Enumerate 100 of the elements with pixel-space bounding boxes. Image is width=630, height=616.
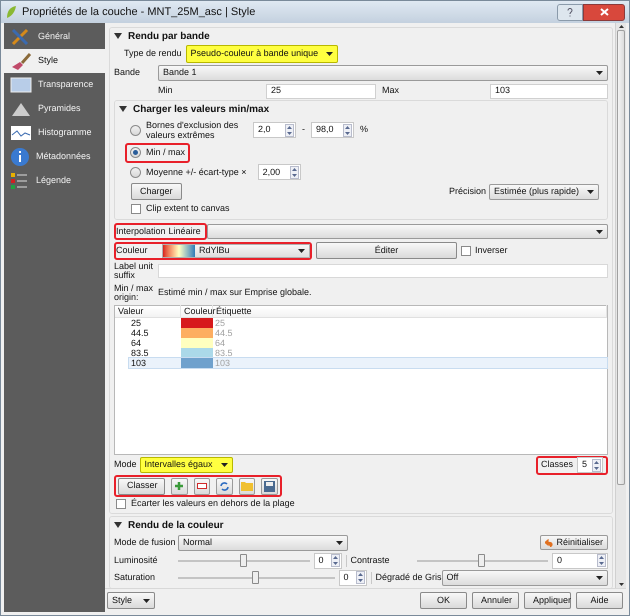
window-title: Propriétés de la couche - MNT_25M_asc | Style [22,4,256,20]
field-label: Précision [448,184,486,198]
sidebar-item[interactable]: Métadonnées [4,145,105,169]
spinner-arrows-icon [330,554,340,567]
undo-arrow-icon [545,538,554,546]
help-button[interactable] [557,4,583,20]
toolbar-button[interactable] [238,478,256,494]
field-label: Mode de fusion [114,536,177,549]
table-row[interactable]: 83.5 83.5 [129,348,607,358]
button[interactable]: Appliquer [524,592,571,609]
sidebar-item[interactable]: Style [4,49,105,73]
input-field[interactable]: 103 [490,84,608,98]
color-ramp-dropdown[interactable]: RdYlBu [162,244,310,258]
table-row[interactable]: 64 64 [129,338,607,348]
scroll-down-arrow-icon [618,583,624,586]
collapse-triangle-icon[interactable] [114,33,122,39]
radio-button[interactable] [130,147,141,158]
caret-icon [326,52,334,56]
column-header[interactable]: Valeur [115,304,181,318]
table-row[interactable]: 44.5 44.5 [129,328,607,338]
toolbar-button[interactable] [261,478,278,494]
section-title: Rendu par bande [128,30,210,44]
field-label: Saturation [114,570,156,584]
sidebar-item[interactable]: Légende [4,169,105,193]
dropdown[interactable]: Normal [178,534,348,550]
radio-button[interactable] [130,166,141,178]
dropdown[interactable]: Bande 1 [158,65,608,81]
close-icon [600,8,608,16]
checkbox[interactable] [116,499,126,509]
dropdown[interactable]: Intervalles égaux [140,457,233,473]
paintbrush-icon [10,51,32,71]
scroll-up-arrow-icon [618,25,624,28]
table-cell-text: 25 [214,318,226,328]
button[interactable]: Éditer [316,242,457,259]
spin-box[interactable]: 0 [552,552,608,568]
toolbar-button[interactable] [171,478,188,494]
button[interactable]: Charger [131,183,182,200]
scrollbar-thumb[interactable] [617,30,625,485]
save-icon [264,480,276,492]
color-swatch[interactable] [181,338,213,348]
gradient-panel-icon [10,77,32,93]
slider-thumb[interactable] [240,554,247,567]
scrollbar[interactable] [615,23,626,588]
table-cell-text: 25 [130,318,142,328]
button[interactable]: Annuler [472,592,519,609]
spin-box[interactable]: 2,00 [258,164,301,180]
reset-button[interactable]: Réinitialiser [540,535,608,550]
spinner-arrows-icon [290,166,299,179]
field-label: Label unit suffix [114,262,154,280]
caret-icon [143,598,150,602]
collapse-triangle-icon[interactable] [119,106,127,112]
info-icon [10,147,30,167]
table-cell-text: 83.5 [130,348,150,358]
button[interactable]: Aide [576,592,623,609]
color-swatch[interactable] [181,318,213,328]
sidebar-item[interactable]: Pyramides [4,97,105,121]
table-row[interactable]: 25 25 [129,318,607,328]
dropdown[interactable]: Estimée (plus rapide) [488,184,599,200]
dropdown[interactable]: Off [442,570,608,586]
input-field[interactable] [158,264,608,278]
caret-icon [220,463,228,467]
button[interactable]: OK [420,592,467,609]
slider-thumb[interactable] [252,571,260,584]
field-label: Contraste [350,554,391,567]
field-label: Min [158,84,174,98]
dropdown[interactable] [206,224,608,239]
button[interactable]: Classer [118,478,165,494]
collapse-triangle-icon[interactable] [114,522,122,528]
spin-box[interactable]: 2,0 [253,122,296,138]
spin-box[interactable]: 5 [577,457,603,473]
sidebar-item[interactable]: Général [4,25,105,49]
field-label: Type de rendu [124,47,182,60]
option-label: Moyenne +/- écart-type × [146,166,247,179]
close-button[interactable] [583,4,625,20]
field-label: Bande [114,66,142,80]
toolbar-button[interactable] [194,478,210,494]
field-label: Max [381,84,400,98]
table-row[interactable]: 103 103 [129,358,607,368]
style-menu-button[interactable]: Style [107,592,155,609]
dropdown[interactable]: Pseudo-couleur à bande unique [186,45,338,63]
legend-icon [10,171,30,191]
sidebar-item[interactable]: Histogramme [4,121,105,145]
radio-button[interactable] [130,124,141,136]
color-swatch[interactable] [181,358,213,368]
spin-box[interactable]: 0 [314,552,342,568]
unit-text: % [360,123,368,136]
toolbar-button[interactable] [216,478,233,494]
color-swatch[interactable] [181,328,213,338]
spin-box[interactable]: 98,0 [311,122,354,138]
spin-box[interactable]: 0 [338,570,366,586]
checkbox[interactable] [131,204,141,214]
input-field[interactable]: 25 [266,84,376,98]
spinner-arrows-icon [343,124,352,136]
sidebar-item[interactable]: Transparence [4,73,105,97]
checkbox[interactable] [461,246,471,256]
table-cell-text: 44.5 [130,328,150,338]
slider-thumb[interactable] [478,554,486,567]
section-title: Charger les valeurs min/max [133,102,270,116]
field-label: Mode [114,458,137,472]
color-swatch[interactable] [181,348,213,358]
